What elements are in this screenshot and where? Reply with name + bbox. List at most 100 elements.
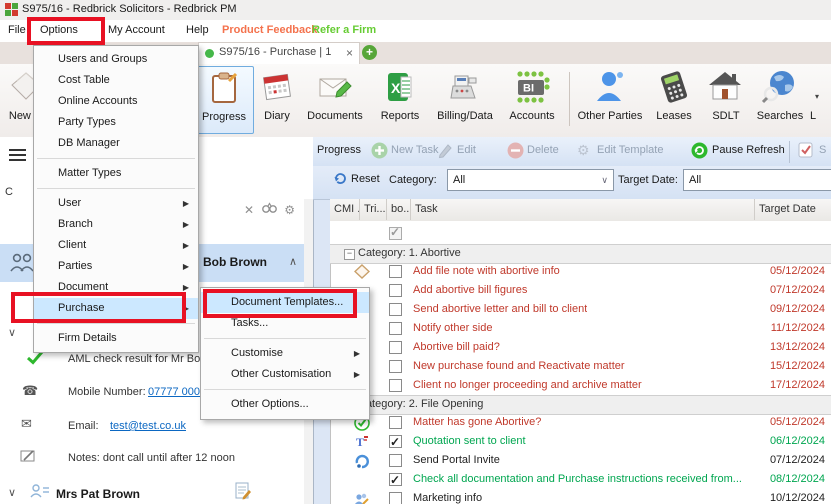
- task-checkbox[interactable]: [389, 360, 402, 373]
- toolbar-accounts-button[interactable]: BI Accounts: [502, 66, 562, 132]
- toolbar-reports-button[interactable]: X Reports: [372, 66, 428, 132]
- menu-item-parties[interactable]: Parties ▶: [34, 256, 198, 277]
- delete-minus-icon[interactable]: [507, 142, 524, 162]
- task-row[interactable]: T Quotation sent to client 06/12/2024: [330, 432, 831, 452]
- category-group-row[interactable]: − Category: 1. Abortive: [330, 244, 831, 264]
- menu-item-user[interactable]: User ▶: [34, 193, 198, 214]
- toolbar-other-parties-button[interactable]: Other Parties: [574, 66, 646, 132]
- delete-icon[interactable]: ✕: [244, 203, 254, 217]
- edit-template-gear-icon[interactable]: ⚙: [577, 142, 590, 159]
- task-row[interactable]: Marketing info 10/12/2024: [330, 489, 831, 504]
- menu-item-online-accounts[interactable]: Online Accounts: [34, 91, 198, 112]
- reset-icon[interactable]: [333, 171, 348, 189]
- task-row[interactable]: Send abortive letter and bill to client …: [330, 300, 831, 319]
- edit-document-icon[interactable]: [234, 481, 252, 504]
- submenu-item-other-customisation[interactable]: Other Customisation ▶: [201, 364, 369, 385]
- column-header[interactable]: bo...: [387, 199, 411, 220]
- menu-my-account[interactable]: My Account: [108, 24, 165, 36]
- binoculars-find-icon[interactable]: [262, 202, 280, 217]
- hamburger-menu-icon[interactable]: [9, 149, 26, 164]
- pause-refresh-button[interactable]: Pause Refresh: [712, 144, 785, 156]
- task-checkbox[interactable]: [389, 303, 402, 316]
- menu-item-db-manager[interactable]: DB Manager: [34, 133, 198, 154]
- task-row[interactable]: Send Portal Invite 07/12/2024: [330, 451, 831, 470]
- partial-button[interactable]: S: [819, 144, 826, 156]
- sdlt-house-icon: [701, 66, 751, 108]
- task-row[interactable]: Client no longer proceeding and archive …: [330, 376, 831, 395]
- column-header[interactable]: Tri...: [360, 199, 387, 220]
- edit-template-button[interactable]: Edit Template: [597, 144, 663, 156]
- task-checkbox[interactable]: [389, 284, 402, 297]
- task-checkbox[interactable]: [389, 265, 402, 278]
- task-checkbox[interactable]: [389, 471, 402, 490]
- task-row[interactable]: Add abortive bill figures 07/12/2024: [330, 281, 831, 300]
- filter-checkbox[interactable]: [389, 225, 402, 240]
- tab-close-icon[interactable]: ×: [346, 46, 353, 60]
- toolbar-sdlt-button[interactable]: SDLT: [701, 66, 751, 132]
- task-checkbox[interactable]: [389, 322, 402, 335]
- category-group-row[interactable]: − Category: 2. File Opening: [330, 395, 831, 415]
- task-row[interactable]: New purchase found and Reactivate matter…: [330, 357, 831, 376]
- toolbar-overflow-button[interactable]: L: [810, 66, 830, 132]
- document-check-icon[interactable]: [797, 141, 815, 162]
- email-link[interactable]: test@test.co.uk: [110, 420, 186, 432]
- menu-item-party-types[interactable]: Party Types: [34, 112, 198, 133]
- target-date-dropdown[interactable]: All: [683, 169, 831, 191]
- task-checkbox[interactable]: [389, 433, 402, 452]
- toolbar-label: Accounts: [509, 110, 555, 122]
- delete-button[interactable]: Delete: [527, 144, 559, 156]
- task-checkbox[interactable]: [389, 341, 402, 354]
- mobile-link[interactable]: 07777 000: [148, 386, 200, 398]
- new-task-plus-icon[interactable]: [371, 142, 388, 162]
- menu-refer-a-firm[interactable]: Refer a Firm: [312, 24, 376, 36]
- submenu-item-customise[interactable]: Customise ▶: [201, 343, 369, 364]
- menu-item-cost-table[interactable]: Cost Table: [34, 70, 198, 91]
- menu-item-matter-types[interactable]: Matter Types: [34, 163, 198, 184]
- column-header[interactable]: Task: [411, 199, 755, 220]
- task-row[interactable]: Check all documentation and Purchase ins…: [330, 470, 831, 490]
- task-checkbox[interactable]: [389, 454, 402, 467]
- task-row[interactable]: Notify other side 11/12/2024: [330, 319, 831, 338]
- tab-matter[interactable]: S975/16 - Purchase | 10 Win... ×: [198, 42, 360, 64]
- menu-item-client[interactable]: Client ▶: [34, 235, 198, 256]
- menu-help[interactable]: Help: [186, 24, 209, 36]
- menu-file[interactable]: File: [8, 24, 26, 36]
- task-row[interactable]: Matter has gone Abortive? 05/12/2024: [330, 413, 831, 432]
- category-dropdown[interactable]: All ∨: [447, 169, 614, 191]
- task-date: 07/12/2024: [769, 454, 825, 466]
- task-row[interactable]: Add file note with abortive info 05/12/2…: [330, 262, 831, 281]
- pause-refresh-icon[interactable]: [691, 142, 708, 162]
- toolbar-billing-button[interactable]: Billing/Data: [430, 66, 500, 132]
- new-task-button[interactable]: New Task: [391, 144, 438, 156]
- submenu-item-other-options[interactable]: Other Options...: [201, 394, 369, 415]
- collapse-chevron-icon[interactable]: ∧: [289, 255, 297, 268]
- menu-item-branch[interactable]: Branch ▶: [34, 214, 198, 235]
- toolbar-dropdown-caret-icon[interactable]: ▾: [815, 92, 819, 101]
- gear-icon[interactable]: ⚙: [284, 203, 295, 217]
- task-checkbox[interactable]: [389, 416, 402, 429]
- column-header[interactable]: CMI ...: [330, 199, 360, 220]
- menu-item-users-and-groups[interactable]: Users and Groups: [34, 49, 198, 70]
- billing-register-icon: [430, 66, 500, 108]
- task-checkbox[interactable]: [389, 379, 402, 392]
- menu-item-label: Other Options...: [231, 398, 309, 410]
- letter-template-icon: T: [354, 434, 370, 449]
- expand-chevron-icon[interactable]: ∨: [8, 326, 16, 339]
- toolbar-documents-button[interactable]: Documents: [302, 66, 368, 132]
- expand-chevron-icon[interactable]: ∨: [8, 486, 16, 499]
- column-header[interactable]: Target Date: [755, 199, 831, 220]
- toolbar-progress-button[interactable]: Progress: [194, 66, 254, 134]
- add-tab-button[interactable]: +: [362, 45, 377, 60]
- collapse-group-icon[interactable]: −: [344, 249, 355, 260]
- reset-button[interactable]: Reset: [351, 173, 380, 185]
- menu-product-feedback[interactable]: Product Feedback: [222, 24, 317, 36]
- task-checkbox[interactable]: [389, 492, 402, 504]
- menu-item-firm-details[interactable]: Firm Details: [34, 328, 198, 349]
- toolbar-searches-button[interactable]: Searches: [753, 66, 807, 132]
- edit-button[interactable]: Edit: [457, 144, 476, 156]
- task-row[interactable]: Abortive bill paid? 13/12/2024: [330, 338, 831, 357]
- toolbar-leases-button[interactable]: Leases: [649, 66, 699, 132]
- second-client-name[interactable]: Mrs Pat Brown: [56, 487, 140, 501]
- toolbar-diary-button[interactable]: Diary: [254, 66, 300, 132]
- edit-pencil-icon[interactable]: [437, 142, 454, 162]
